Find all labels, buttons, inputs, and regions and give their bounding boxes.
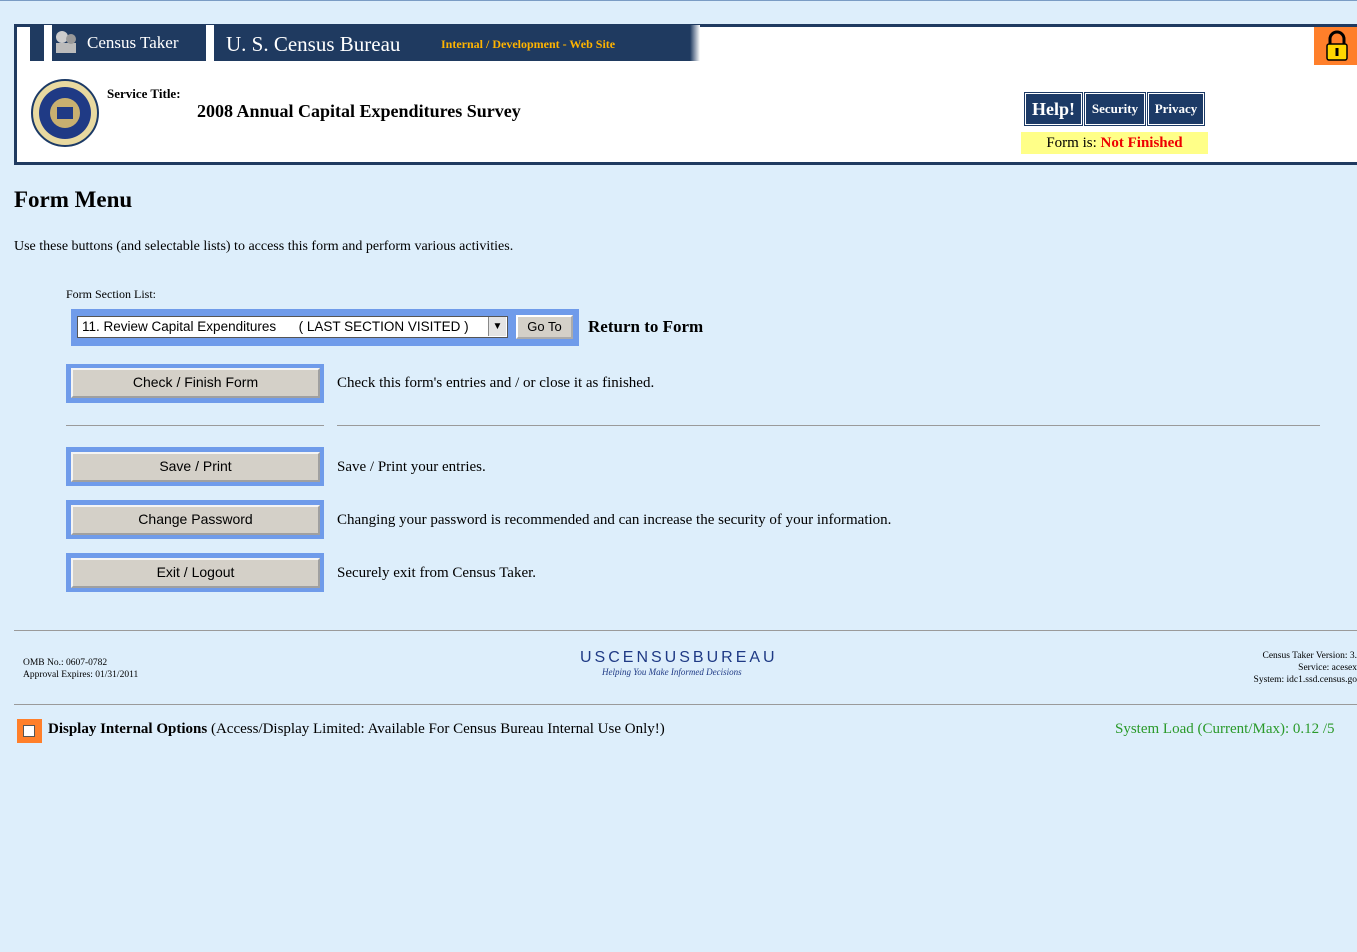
page-title: Form Menu (14, 187, 133, 212)
divider-left (66, 425, 324, 426)
footer-divider-bottom (14, 704, 1357, 705)
commerce-seal-icon (31, 79, 99, 147)
section-select[interactable]: 11. Review Capital Expenditures ( LAST S… (77, 316, 508, 338)
site-type-label: Internal / Development - Web Site (441, 37, 616, 51)
form-status: Form is: Not Finished (1021, 132, 1208, 154)
banner: Census Taker U. S. Census Bureau Interna… (30, 25, 700, 61)
census-logo-text: USCENSUSBUREAU (580, 649, 778, 666)
system-host: System: idc1.ssd.census.go (1253, 675, 1357, 685)
taker-version: Census Taker Version: 3. (1262, 651, 1357, 661)
system-info: Census Taker Version: 3. Service: acesex… (1254, 650, 1357, 686)
census-taker-logo-icon (56, 31, 76, 53)
approval-expires: Approval Expires: 01/31/2011 (23, 670, 139, 680)
banner-divider (206, 25, 214, 61)
check-finish-description: Check this form's entries and / or close… (337, 375, 655, 391)
change-password-button[interactable]: Change Password (71, 505, 320, 535)
section-list-label: Form Section List: (66, 287, 156, 301)
help-button[interactable]: Help! (1024, 92, 1083, 126)
change-password-description: Changing your password is recommended an… (337, 512, 892, 528)
exit-logout-button[interactable]: Exit / Logout (71, 558, 320, 588)
divider-right (337, 425, 1320, 426)
page-header: Census Taker U. S. Census Bureau Interna… (0, 0, 1357, 165)
checkbox-square[interactable] (23, 725, 35, 737)
service-code: Service: acesex (1298, 663, 1357, 673)
intro-text: Use these buttons (and selectable lists)… (14, 239, 514, 254)
internal-options-checkbox[interactable] (17, 719, 42, 743)
return-to-form-label: Return to Form (588, 317, 704, 336)
internal-options-title: Display Internal Options (48, 721, 208, 737)
section-select-value: 11. Review Capital Expenditures ( LAST S… (82, 319, 469, 334)
check-finish-button[interactable]: Check / Finish Form (71, 368, 320, 398)
form-status-prefix: Form is: (1046, 135, 1097, 151)
census-bureau-logo: USCENSUSBUREAU Helping You Make Informed… (580, 649, 820, 677)
bureau-name: U. S. Census Bureau (226, 32, 401, 56)
privacy-button[interactable]: Privacy (1147, 92, 1205, 126)
footer-divider-top (14, 630, 1357, 631)
service-label: Service Title: (107, 86, 181, 101)
exit-logout-description: Securely exit from Census Taker. (337, 565, 537, 581)
lock-icon[interactable] (1314, 27, 1357, 65)
chevron-down-icon[interactable]: ▼ (488, 317, 506, 336)
census-tagline: Helping You Make Informed Decisions (602, 667, 742, 677)
go-to-button[interactable]: Go To (516, 315, 573, 339)
omb-info: OMB No.: 0607-0782 Approval Expires: 01/… (23, 657, 138, 681)
system-load: System Load (Current/Max): 0.12 /5 (1115, 721, 1335, 737)
internal-options-label: Display Internal Options (Access/Display… (48, 721, 665, 738)
save-print-button[interactable]: Save / Print (71, 452, 320, 482)
form-status-value: Not Finished (1100, 135, 1183, 151)
security-button[interactable]: Security (1084, 92, 1146, 126)
app-name: Census Taker (87, 33, 179, 52)
omb-number: OMB No.: 0607-0782 (23, 658, 108, 668)
internal-options-note: (Access/Display Limited: Available For C… (207, 721, 665, 737)
service-title: 2008 Annual Capital Expenditures Survey (197, 101, 521, 121)
save-print-description: Save / Print your entries. (337, 459, 486, 475)
